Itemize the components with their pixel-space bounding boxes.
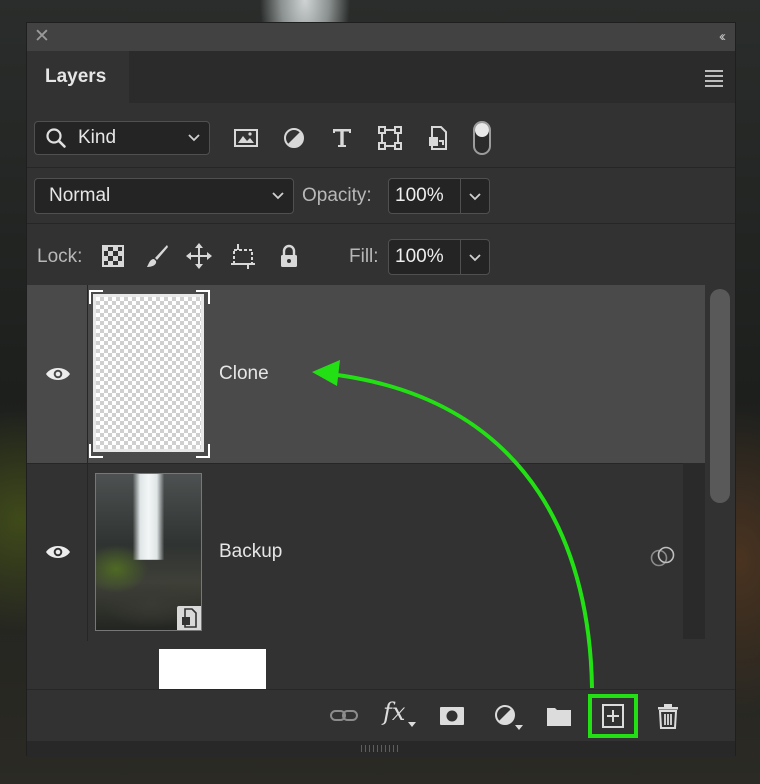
filter-kind-label: Kind xyxy=(78,127,117,148)
scrollbar-thumb[interactable] xyxy=(710,289,730,503)
lock-all-icon[interactable] xyxy=(275,242,303,270)
selection-corner xyxy=(196,290,210,304)
adjustment-filter-icon[interactable] xyxy=(279,123,309,153)
layer-row-backup[interactable]: Backup xyxy=(27,463,705,641)
opacity-value: 100% xyxy=(395,185,444,206)
filter-toggle[interactable] xyxy=(473,121,491,155)
lock-transparent-pixels-icon[interactable] xyxy=(99,242,127,270)
type-filter-icon[interactable] xyxy=(327,123,357,153)
tab-layers[interactable]: Layers xyxy=(27,51,129,103)
divider xyxy=(27,223,735,224)
thumbnail-column-divider xyxy=(87,464,88,641)
fill-field[interactable]: 100% xyxy=(388,239,490,275)
fx-label: fx xyxy=(383,698,406,726)
image-filter-icon[interactable] xyxy=(231,123,261,153)
filter-kind-select[interactable]: Kind xyxy=(34,121,210,155)
collapse-icon[interactable]: ‹‹ xyxy=(719,27,726,47)
grip-dots xyxy=(361,745,401,752)
fill-value: 100% xyxy=(395,246,444,267)
selection-corner xyxy=(89,444,103,458)
search-icon xyxy=(45,122,67,165)
filter-row: Kind xyxy=(27,115,735,167)
selection-corner xyxy=(89,290,103,304)
link-rings-icon xyxy=(649,546,677,568)
smart-object-badge-icon xyxy=(177,606,201,630)
layers-list: Clone Backup xyxy=(27,285,705,689)
layer-row-clone[interactable]: Clone xyxy=(27,285,705,463)
lock-position-icon[interactable] xyxy=(185,242,213,270)
lock-image-pixels-icon[interactable] xyxy=(143,242,171,270)
layer-thumbnail-backup[interactable] xyxy=(95,473,202,631)
divider xyxy=(27,167,735,168)
selection-corner xyxy=(196,444,210,458)
lock-artboard-icon[interactable] xyxy=(229,242,257,270)
blend-mode-value: Normal xyxy=(49,185,111,206)
chevron-down-icon[interactable] xyxy=(460,240,489,274)
layer-name-clone[interactable]: Clone xyxy=(219,362,269,386)
inner-scroll-track xyxy=(683,463,705,639)
filter-toggle-knob xyxy=(475,123,489,137)
blend-row: Normal Opacity: 100% xyxy=(27,173,735,229)
add-mask-icon[interactable] xyxy=(437,702,467,730)
blend-mode-select[interactable]: Normal xyxy=(34,178,294,214)
smart-object-filter-icon[interactable] xyxy=(423,123,453,153)
layers-bottom-toolbar: fx xyxy=(27,689,735,741)
panel-tab-row: Layers xyxy=(27,51,735,103)
layer-thumbnail-partial[interactable] xyxy=(159,649,266,689)
layer-thumbnail-clone[interactable] xyxy=(93,294,204,452)
close-icon[interactable]: ✕ xyxy=(34,26,50,48)
layer-name-backup[interactable]: Backup xyxy=(219,540,282,564)
shape-filter-icon[interactable] xyxy=(375,123,405,153)
chevron-down-icon[interactable] xyxy=(460,179,489,213)
lock-label: Lock: xyxy=(37,246,83,267)
link-layers-icon[interactable] xyxy=(329,702,359,730)
layers-scrollbar[interactable] xyxy=(707,285,735,689)
new-group-icon[interactable] xyxy=(544,702,574,730)
panel-menu-icon[interactable] xyxy=(705,70,723,90)
panel-resize-grip[interactable] xyxy=(27,741,735,757)
visibility-eye-icon[interactable] xyxy=(45,544,71,560)
panel-titlebar: ✕ ‹‹ xyxy=(27,23,735,51)
lock-row: Lock: Fill: 100% xyxy=(27,229,735,285)
chevron-down-icon xyxy=(271,179,285,225)
fill-label: Fill: xyxy=(349,246,379,267)
thumbnail-column-divider xyxy=(87,285,88,463)
layers-panel: ✕ ‹‹ Layers Kind Normal Opacity: 100% Lo… xyxy=(26,22,736,757)
visibility-eye-icon[interactable] xyxy=(45,366,71,382)
fx-icon[interactable]: fx xyxy=(383,696,416,727)
opacity-field[interactable]: 100% xyxy=(388,178,490,214)
adjustment-layer-icon[interactable] xyxy=(491,702,523,730)
opacity-label: Opacity: xyxy=(302,185,372,206)
delete-layer-icon[interactable] xyxy=(653,702,683,730)
new-layer-highlight-box xyxy=(588,694,638,738)
chevron-down-icon xyxy=(187,122,201,165)
